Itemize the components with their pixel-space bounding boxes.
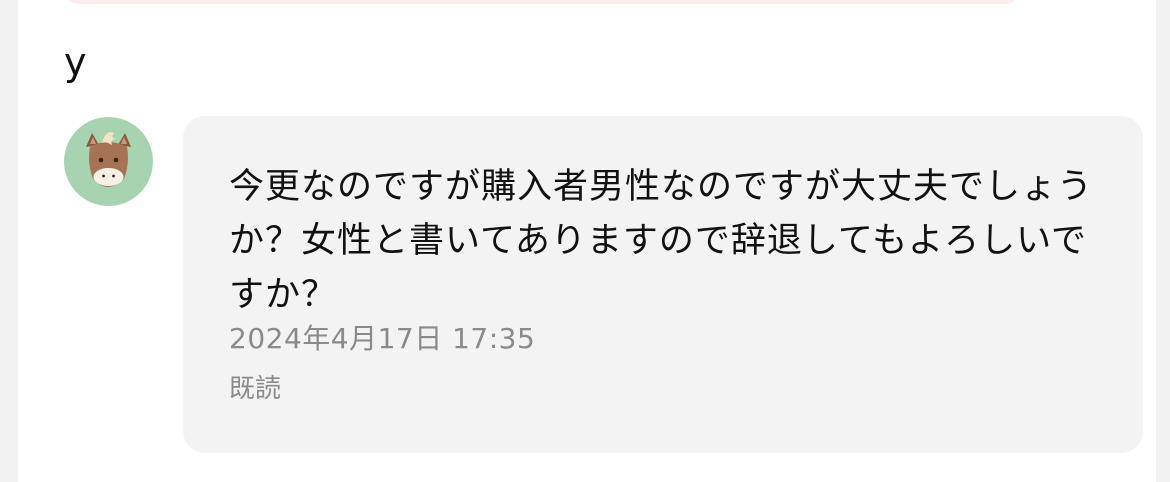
message-bubble[interactable]: 今更なのですが購入者男性なのですが大丈夫でしょうか？女性と書いてありますので辞退… bbox=[183, 116, 1143, 453]
message-text: 今更なのですが購入者男性なのですが大丈夫でしょうか？女性と書いてありますので辞退… bbox=[229, 167, 1094, 315]
read-status: 既読 bbox=[229, 374, 282, 404]
chat-thread: y 今更なのですが購入者男性なのですが大丈夫でしょうか？女性と書いてありますので… bbox=[18, 0, 1156, 482]
message-timestamp: 2024年4月17日 17:35 bbox=[229, 322, 536, 355]
horse-face-icon bbox=[86, 132, 131, 187]
sender-name: y bbox=[64, 40, 87, 84]
previous-message-bubble[interactable] bbox=[66, 0, 1018, 4]
avatar[interactable] bbox=[64, 117, 153, 206]
